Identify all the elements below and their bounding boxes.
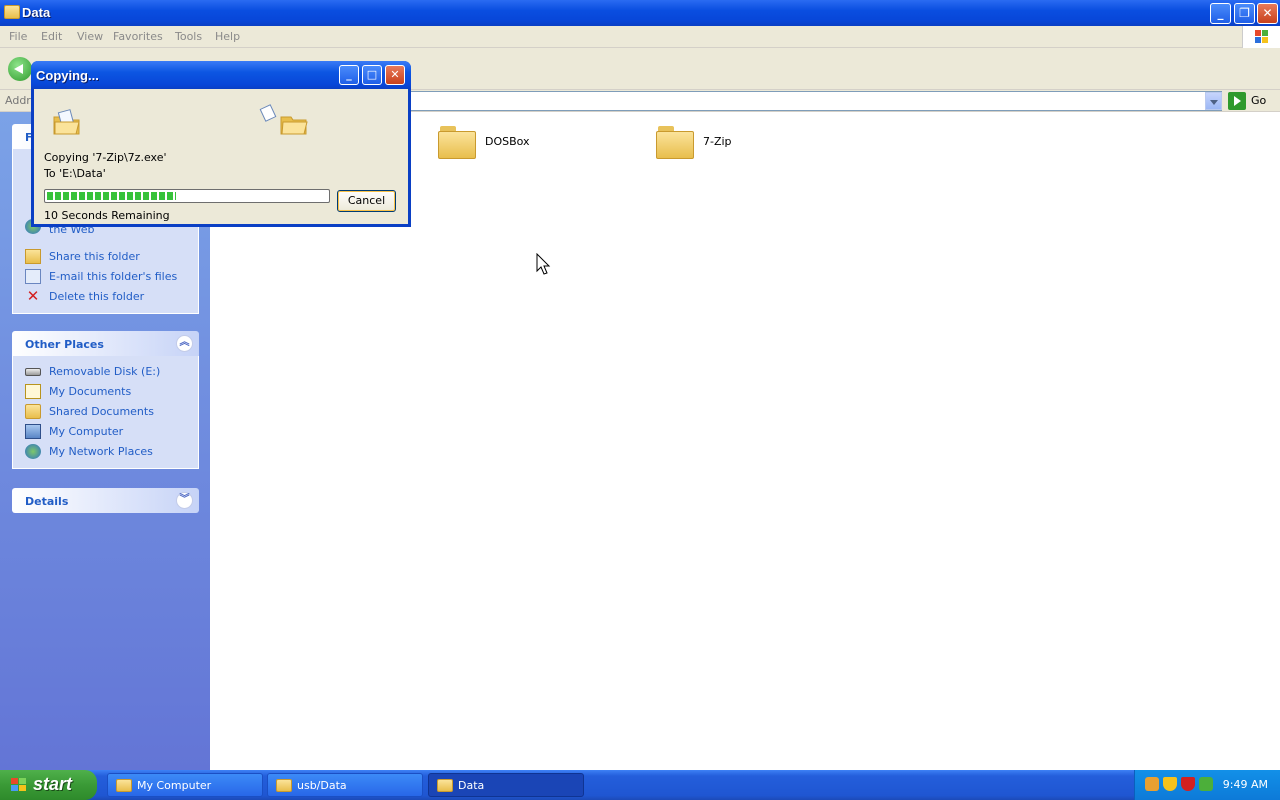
folder-label-7zip[interactable]: 7-Zip: [703, 135, 732, 148]
windows-logo-icon: [1242, 26, 1280, 48]
flying-paper-icon: [259, 104, 277, 122]
share-folder-icon: [25, 249, 41, 264]
go-button[interactable]: Go: [1228, 92, 1278, 110]
task-label: E-mail this folder's files: [49, 270, 178, 283]
place-my-computer[interactable]: My Computer: [13, 422, 198, 442]
other-places-header[interactable]: Other Places ︽: [12, 331, 199, 356]
folder-icon: [25, 404, 41, 419]
close-button[interactable]: ✕: [1257, 3, 1278, 24]
copy-progress-bar: [44, 189, 330, 203]
address-input[interactable]: [410, 91, 1222, 111]
network-tray-icon[interactable]: [1145, 777, 1159, 791]
place-label: My Computer: [49, 425, 124, 438]
menu-edit[interactable]: Edit: [41, 30, 62, 43]
dialog-title: Copying...: [36, 68, 99, 83]
time-remaining-text: 10 Seconds Remaining: [44, 209, 170, 222]
task-email-files[interactable]: E-mail this folder's files: [13, 267, 198, 287]
source-folder-icon: [52, 107, 82, 137]
dialog-minimize-button[interactable]: _: [339, 65, 359, 85]
task-label: Data: [458, 779, 485, 792]
system-tray: 9:49 AM: [1134, 770, 1280, 800]
start-button[interactable]: start: [0, 770, 97, 800]
go-label: Go: [1251, 94, 1267, 107]
menu-help[interactable]: Help: [215, 30, 240, 43]
dialog-close-button[interactable]: ✕: [385, 65, 405, 85]
window-title-bar[interactable]: Data _ ❐ ✕: [0, 0, 1280, 26]
dialog-title-bar[interactable]: Copying... _ □ ✕: [31, 61, 411, 89]
cancel-button[interactable]: Cancel: [337, 190, 396, 212]
drive-icon: [25, 368, 41, 376]
details-title: Details: [25, 495, 69, 508]
other-places-panel: Other Places ︽ Removable Disk (E:) My Do…: [12, 331, 199, 469]
go-arrow-icon: [1228, 92, 1246, 110]
folder-icon: [437, 779, 453, 792]
place-my-documents[interactable]: My Documents: [13, 382, 198, 402]
security-shield-icon[interactable]: [1163, 777, 1177, 791]
menu-favorites[interactable]: Favorites: [113, 30, 163, 43]
destination-folder-icon: [279, 109, 309, 139]
place-label: Shared Documents: [49, 405, 154, 418]
alert-shield-icon[interactable]: [1181, 777, 1195, 791]
copying-dialog: Copying... _ □ ✕ Copying '7-Zip\7z.exe' …: [31, 61, 411, 227]
menu-bar: File Edit View Favorites Tools Help: [0, 26, 1280, 48]
documents-icon: [25, 384, 41, 399]
folder-icon[interactable]: [656, 124, 696, 160]
network-icon: [25, 444, 41, 459]
clock: 9:49 AM: [1222, 778, 1268, 791]
folder-icon: [276, 779, 292, 792]
folder-icon: [4, 5, 20, 19]
delete-icon: ✕: [26, 287, 40, 305]
other-places-body: Removable Disk (E:) My Documents Shared …: [12, 356, 199, 469]
folder-icon[interactable]: [438, 124, 478, 160]
task-label: usb/Data: [297, 779, 347, 792]
computer-icon: [25, 424, 41, 439]
start-label: start: [33, 774, 73, 794]
place-label: My Network Places: [49, 445, 153, 458]
copying-file-text: Copying '7-Zip\7z.exe': [44, 151, 167, 164]
windows-flag-icon: [11, 778, 26, 791]
copying-destination-text: To 'E:\Data': [44, 167, 106, 180]
details-panel: Details ︾: [12, 488, 199, 513]
dialog-maximize-button[interactable]: □: [362, 65, 382, 85]
taskbar: start My Computer usb/Data Data 9:49 AM: [0, 770, 1280, 800]
task-label: Delete this folder: [49, 290, 145, 303]
place-label: Removable Disk (E:): [49, 365, 161, 378]
mouse-cursor-icon: [536, 253, 551, 275]
back-arrow-icon[interactable]: [8, 57, 32, 81]
folder-icon: [116, 779, 132, 792]
minimize-button[interactable]: _: [1210, 3, 1231, 24]
maximize-button[interactable]: ❐: [1234, 3, 1255, 24]
place-removable-disk[interactable]: Removable Disk (E:): [13, 362, 198, 382]
task-label: My Computer: [137, 779, 212, 792]
progress-fill: [47, 192, 176, 200]
taskbar-button-my-computer[interactable]: My Computer: [107, 773, 263, 797]
task-delete-folder[interactable]: ✕ Delete this folder: [13, 287, 198, 307]
taskbar-button-data[interactable]: Data: [428, 773, 584, 797]
task-share-folder[interactable]: Share this folder: [13, 247, 198, 267]
other-places-title: Other Places: [25, 338, 104, 351]
folder-label-dosbox[interactable]: DOSBox: [485, 135, 530, 148]
mail-icon: [25, 269, 41, 284]
taskbar-button-usb-data[interactable]: usb/Data: [267, 773, 423, 797]
address-dropdown-icon[interactable]: [1205, 92, 1222, 110]
menu-tools[interactable]: Tools: [175, 30, 202, 43]
expand-chevron-icon[interactable]: ︾: [176, 492, 193, 509]
place-shared-documents[interactable]: Shared Documents: [13, 402, 198, 422]
menu-file[interactable]: File: [9, 30, 27, 43]
place-label: My Documents: [49, 385, 132, 398]
window-title: Data: [22, 5, 51, 20]
menu-view[interactable]: View: [77, 30, 103, 43]
details-header[interactable]: Details ︾: [12, 488, 199, 513]
collapse-chevron-icon[interactable]: ︽: [176, 335, 193, 352]
place-my-network[interactable]: My Network Places: [13, 442, 198, 462]
task-label: Share this folder: [49, 250, 140, 263]
safely-remove-hardware-icon[interactable]: [1199, 777, 1213, 791]
